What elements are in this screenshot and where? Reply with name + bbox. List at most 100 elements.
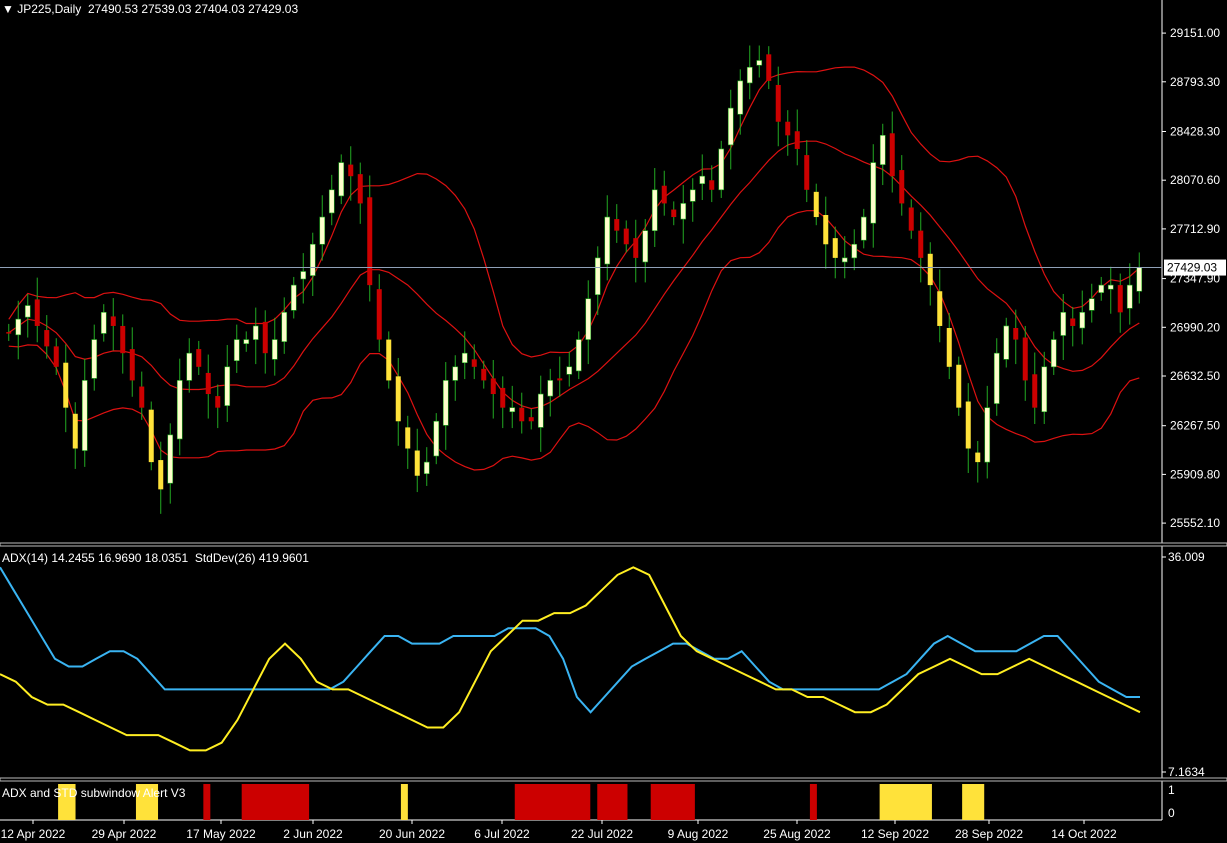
candle-body — [509, 407, 516, 413]
candle-body — [756, 60, 763, 66]
candle-body — [167, 434, 174, 484]
candle-body — [1022, 337, 1028, 381]
candle-body — [651, 189, 658, 231]
price-tick-label: 29151.00 — [1170, 26, 1220, 40]
candle-body — [1060, 312, 1067, 336]
candle-body — [851, 243, 858, 259]
price-tick-label: 25909.80 — [1170, 467, 1220, 481]
candle-body — [442, 380, 449, 426]
candle-body — [1098, 284, 1105, 293]
candle-body — [452, 366, 459, 381]
candle-body — [794, 131, 800, 149]
candle-body — [100, 312, 107, 334]
candle-body — [139, 386, 145, 408]
candle-body — [775, 84, 781, 122]
candle-body — [44, 330, 50, 347]
candle-body — [215, 396, 221, 408]
adx-subwindow-label: ADX(14) 14.2455 16.9690 18.0351 StdDev(2… — [2, 551, 309, 565]
candle-body — [823, 214, 829, 245]
time-tick-label: 20 Jun 2022 — [379, 827, 445, 841]
candle-body — [680, 203, 687, 220]
candle-body — [433, 420, 440, 457]
candle-body — [205, 372, 211, 395]
candle-body — [557, 378, 563, 381]
candle-body — [72, 413, 78, 449]
candle-body — [642, 230, 649, 263]
candle-body — [471, 359, 477, 367]
alert-subwindow-label: ADX and STD subwindow Alert V3 — [2, 786, 186, 800]
candle-body — [984, 407, 991, 463]
time-tick-label: 12 Sep 2022 — [861, 827, 929, 841]
price-tick-label: 28070.60 — [1170, 173, 1220, 187]
chart-canvas: 29151.00 28793.30 28428.30 28070.60 27712.90… — [0, 0, 1227, 841]
candle-body — [414, 450, 420, 476]
symbol-label: JP225,Daily — [17, 2, 82, 16]
dropdown-triangle-icon[interactable]: ▼ — [2, 2, 14, 16]
time-tick-label: 29 Apr 2022 — [92, 827, 157, 841]
alert-bar — [597, 784, 628, 820]
candle-body — [661, 185, 667, 204]
candle-body — [785, 121, 791, 136]
candle-body — [1013, 328, 1019, 340]
alert-bar — [203, 784, 211, 820]
candle-body — [6, 332, 12, 334]
candle-body — [766, 54, 772, 81]
candle-body — [547, 380, 554, 397]
time-tick-label: 22 Jul 2022 — [571, 827, 633, 841]
candle-body — [860, 216, 867, 241]
candle-body — [1088, 298, 1095, 311]
candle-body — [727, 107, 734, 146]
candle-body — [918, 230, 924, 258]
candle-body — [262, 321, 268, 354]
candle-body — [1050, 339, 1057, 368]
candle-body — [490, 378, 496, 395]
candle-body — [395, 376, 401, 422]
candle-body — [1070, 318, 1076, 326]
alert-bar — [962, 784, 985, 820]
candle-body — [746, 66, 753, 84]
time-tick-label: 28 Sep 2022 — [955, 827, 1023, 841]
price-tick-label: 28428.30 — [1170, 124, 1220, 138]
candle-body — [176, 380, 183, 440]
candle-body — [81, 380, 88, 451]
candle-body — [965, 401, 971, 449]
candle-body — [689, 189, 696, 202]
candle-body — [537, 393, 544, 428]
time-tick-label: 12 Apr 2022 — [1, 827, 66, 841]
candle-body — [927, 253, 933, 286]
candle-body — [252, 325, 259, 340]
candle-body — [376, 289, 382, 340]
alert-tick-label-1: 1 — [1168, 783, 1175, 797]
candle-body — [405, 427, 411, 449]
candle-body — [110, 316, 116, 326]
candle-body — [481, 368, 487, 381]
candle-body — [718, 148, 725, 191]
candle-body — [899, 170, 905, 204]
alert-bar — [514, 784, 591, 820]
candle-body — [15, 318, 22, 336]
candle-body — [1003, 325, 1010, 360]
candle-body — [879, 135, 886, 165]
candle-body — [832, 238, 838, 258]
candle-body — [528, 417, 534, 422]
candle-body — [975, 452, 981, 463]
adx-line — [0, 566, 1140, 714]
candle-body — [566, 366, 573, 375]
candle-body — [309, 243, 316, 276]
candle-body — [594, 257, 601, 295]
candle-body — [500, 387, 506, 408]
candle-body — [367, 197, 373, 286]
time-tick-label: 17 May 2022 — [186, 827, 256, 841]
candle-body — [53, 346, 59, 367]
adx-tick-label-bottom: 7.1634 — [1168, 765, 1205, 779]
alert-bar — [809, 784, 817, 820]
candle-body — [196, 349, 202, 367]
candle-body — [91, 339, 98, 379]
candle-body — [604, 216, 611, 265]
alert-tick-label-0: 0 — [1168, 806, 1175, 820]
candle-body — [158, 460, 164, 490]
ohlc-values: 27490.53 27539.03 27404.03 27429.03 — [87, 2, 299, 16]
candle-body — [1041, 366, 1048, 413]
candle-body — [614, 219, 620, 231]
envelope-middle-line — [8, 140, 1140, 410]
